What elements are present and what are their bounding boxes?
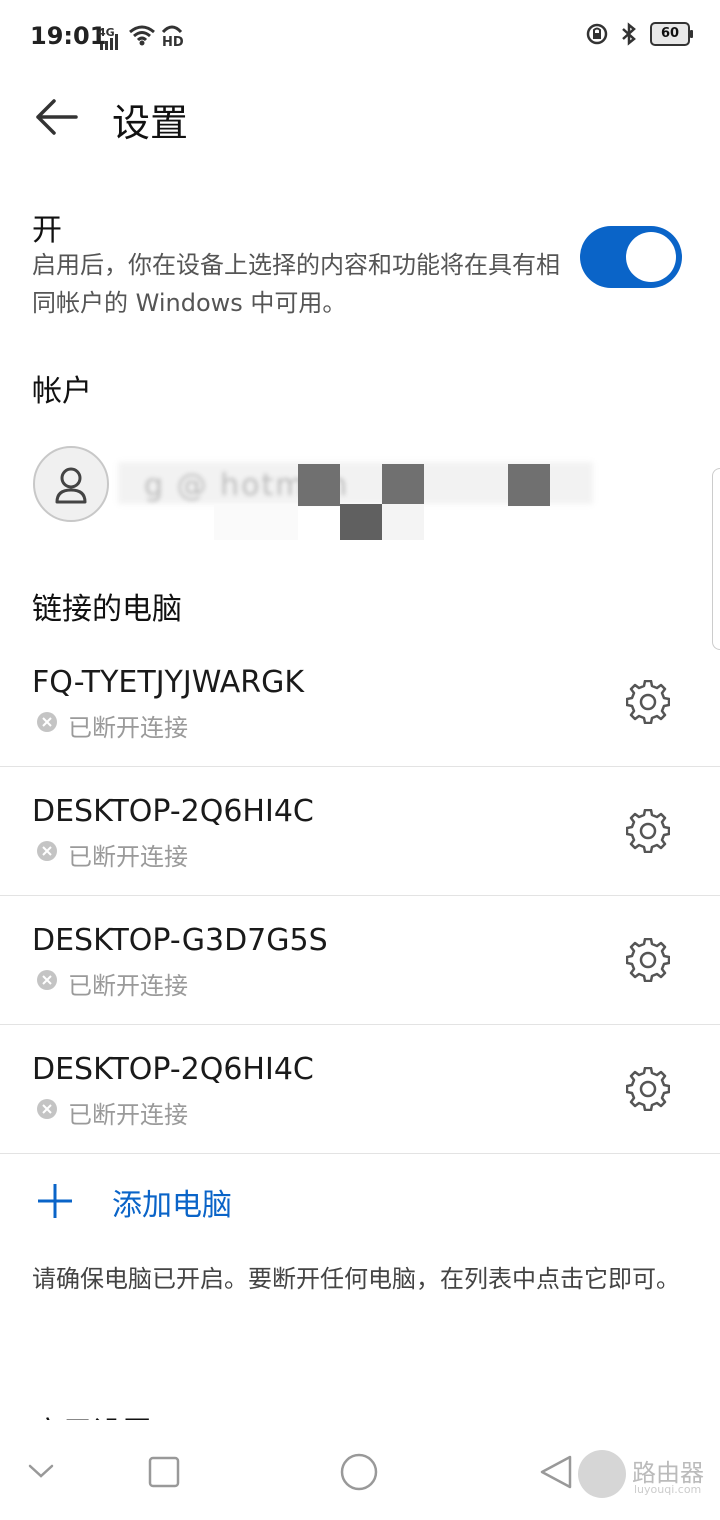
signal-icon [100, 34, 118, 50]
rotation-lock-icon [586, 23, 608, 45]
user-icon [55, 467, 87, 504]
device-row[interactable]: FQ-TYETJYJWARGK 已断开连接 [0, 638, 720, 767]
bluetooth-icon [622, 22, 636, 46]
page-title: 设置 [112, 101, 189, 145]
chevron-down-icon[interactable] [28, 1462, 54, 1480]
device-status: 已断开连接 [68, 843, 188, 871]
recent-apps-icon[interactable] [148, 1456, 180, 1488]
status-icons-right: 60 [586, 22, 693, 46]
back-triangle-icon[interactable] [538, 1454, 574, 1490]
gear-icon[interactable] [626, 680, 670, 724]
watermark-subtext: luyouqi.com [634, 1483, 702, 1496]
disconnected-icon [37, 970, 57, 990]
device-row[interactable]: DESKTOP-2Q6HI4C 已断开连接 [0, 1025, 720, 1154]
add-pc-button[interactable]: 添加电脑 [112, 1180, 232, 1224]
sync-toggle-title: 开 [32, 213, 62, 248]
svg-text:HD: HD [162, 35, 184, 48]
device-status: 已断开连接 [68, 714, 188, 742]
status-time: 19:01 [30, 22, 107, 50]
battery-indicator: 60 [650, 22, 693, 46]
device-row[interactable]: DESKTOP-2Q6HI4C 已断开连接 [0, 767, 720, 896]
wifi-icon [129, 25, 155, 46]
sync-toggle-switch[interactable] [580, 226, 682, 288]
gear-icon[interactable] [626, 809, 670, 853]
device-status: 已断开连接 [68, 1101, 188, 1129]
linked-pcs-heading: 链接的电脑 [32, 592, 182, 627]
device-name: DESKTOP-2Q6HI4C [32, 794, 314, 829]
back-arrow-icon[interactable] [34, 98, 78, 136]
device-row[interactable]: DESKTOP-G3D7G5S 已断开连接 [0, 896, 720, 1025]
hint-text: 请确保电脑已开启。要断开任何电脑，在列表中点击它即可。 [32, 1265, 680, 1293]
sync-description: 启用后，你在设备上选择的内容和功能将在具有相同帐户的 Windows 中可用。 [32, 251, 560, 317]
gear-icon[interactable] [626, 938, 670, 982]
toggle-knob [626, 232, 676, 282]
disconnected-icon [37, 841, 57, 861]
disconnected-icon [37, 1099, 57, 1119]
gear-icon[interactable] [626, 1067, 670, 1111]
home-icon[interactable] [340, 1453, 378, 1491]
hd-call-icon: HD [161, 25, 184, 48]
account-email-obscured: g @ hotm m [118, 462, 618, 542]
plus-icon[interactable] [36, 1182, 74, 1220]
watermark-logo [578, 1450, 626, 1498]
disconnected-icon [37, 712, 57, 732]
device-status: 已断开连接 [68, 972, 188, 1000]
device-name: FQ-TYETJYJWARGK [32, 665, 305, 700]
scroll-indicator [712, 468, 720, 650]
avatar[interactable] [33, 446, 109, 522]
device-name: DESKTOP-2Q6HI4C [32, 1052, 314, 1087]
account-heading: 帐户 [32, 374, 92, 409]
device-name: DESKTOP-G3D7G5S [32, 923, 328, 958]
